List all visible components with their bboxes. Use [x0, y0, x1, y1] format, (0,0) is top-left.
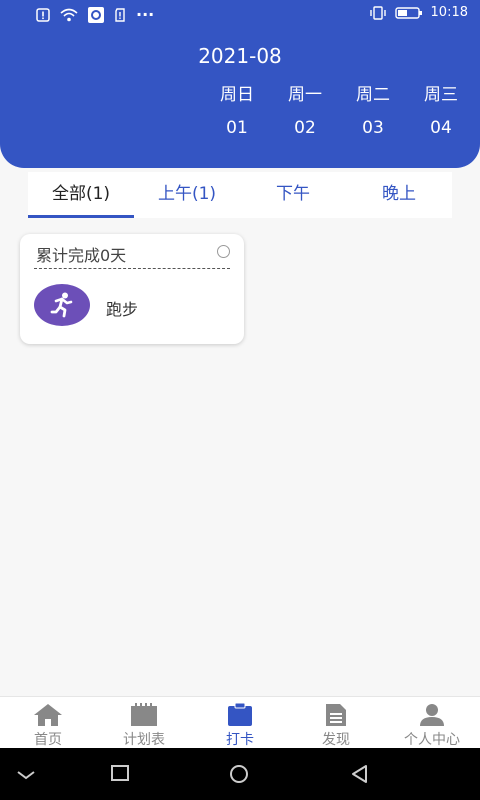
running-person-icon	[34, 284, 90, 326]
sim-alert-icon	[115, 7, 125, 22]
home-icon	[34, 704, 62, 726]
nav-label: 发现	[322, 732, 350, 748]
calendar-header: 2021-08 周日 周一 周二 周三 01 02 03 04	[0, 28, 480, 168]
card-title: 累计完成0天	[36, 246, 127, 265]
document-icon	[326, 704, 346, 726]
month-label: 2021-08	[198, 44, 282, 68]
system-nav-bar	[0, 748, 480, 800]
status-bar: ··· 10:18	[0, 0, 480, 28]
nav-checkin[interactable]: 打卡	[192, 697, 288, 749]
vibrate-icon	[369, 5, 386, 20]
weekday-label: 周三	[424, 85, 458, 105]
tab-afternoon[interactable]: 下午	[240, 172, 346, 218]
date-row: 01 02 03 04	[0, 118, 480, 148]
tab-evening[interactable]: 晚上	[346, 172, 452, 218]
chevron-down-icon[interactable]	[16, 770, 36, 780]
bottom-nav: 首页 计划表 打卡 发现 个人中心	[0, 696, 480, 749]
weekday-row: 周日 周一 周二 周三	[0, 80, 480, 110]
battery-icon	[394, 6, 422, 19]
qq-icon	[88, 6, 104, 23]
date-item[interactable]: 02	[275, 118, 335, 138]
more-dots-icon: ···	[136, 5, 155, 24]
nav-label: 打卡	[226, 732, 254, 748]
status-time: 10:18	[430, 5, 468, 20]
nav-label: 首页	[34, 732, 62, 748]
weekday-label: 周日	[220, 85, 254, 105]
nav-plan[interactable]: 计划表	[96, 697, 192, 749]
status-left: ···	[36, 5, 154, 24]
nav-discover[interactable]: 发现	[288, 697, 384, 749]
user-icon	[420, 704, 444, 726]
calendar-icon	[131, 703, 157, 726]
task-label: 跑步	[106, 300, 139, 319]
check-radio[interactable]	[217, 245, 230, 258]
tab-morning[interactable]: 上午(1)	[134, 172, 240, 218]
date-item[interactable]: 01	[207, 118, 267, 138]
time-filter-tabs: 全部(1) 上午(1) 下午 晚上	[28, 172, 452, 218]
date-item[interactable]: 03	[343, 118, 403, 138]
nav-label: 计划表	[123, 732, 165, 748]
wifi-icon	[60, 8, 78, 21]
recent-apps-icon[interactable]	[110, 764, 130, 782]
nav-label: 个人中心	[404, 732, 460, 748]
clipboard-icon	[228, 703, 252, 726]
back-icon[interactable]	[350, 764, 370, 784]
weekday-label: 周二	[356, 85, 390, 105]
nav-profile[interactable]: 个人中心	[384, 697, 480, 749]
task-card[interactable]: 累计完成0天 跑步	[20, 234, 244, 344]
nav-home[interactable]: 首页	[0, 697, 96, 749]
home-circle-icon[interactable]	[228, 764, 250, 784]
alert-icon	[36, 7, 50, 22]
status-right: 10:18	[369, 5, 468, 20]
tab-all[interactable]: 全部(1)	[28, 172, 134, 218]
card-divider	[34, 268, 230, 269]
weekday-label: 周一	[288, 85, 322, 105]
date-item[interactable]: 04	[411, 118, 471, 138]
